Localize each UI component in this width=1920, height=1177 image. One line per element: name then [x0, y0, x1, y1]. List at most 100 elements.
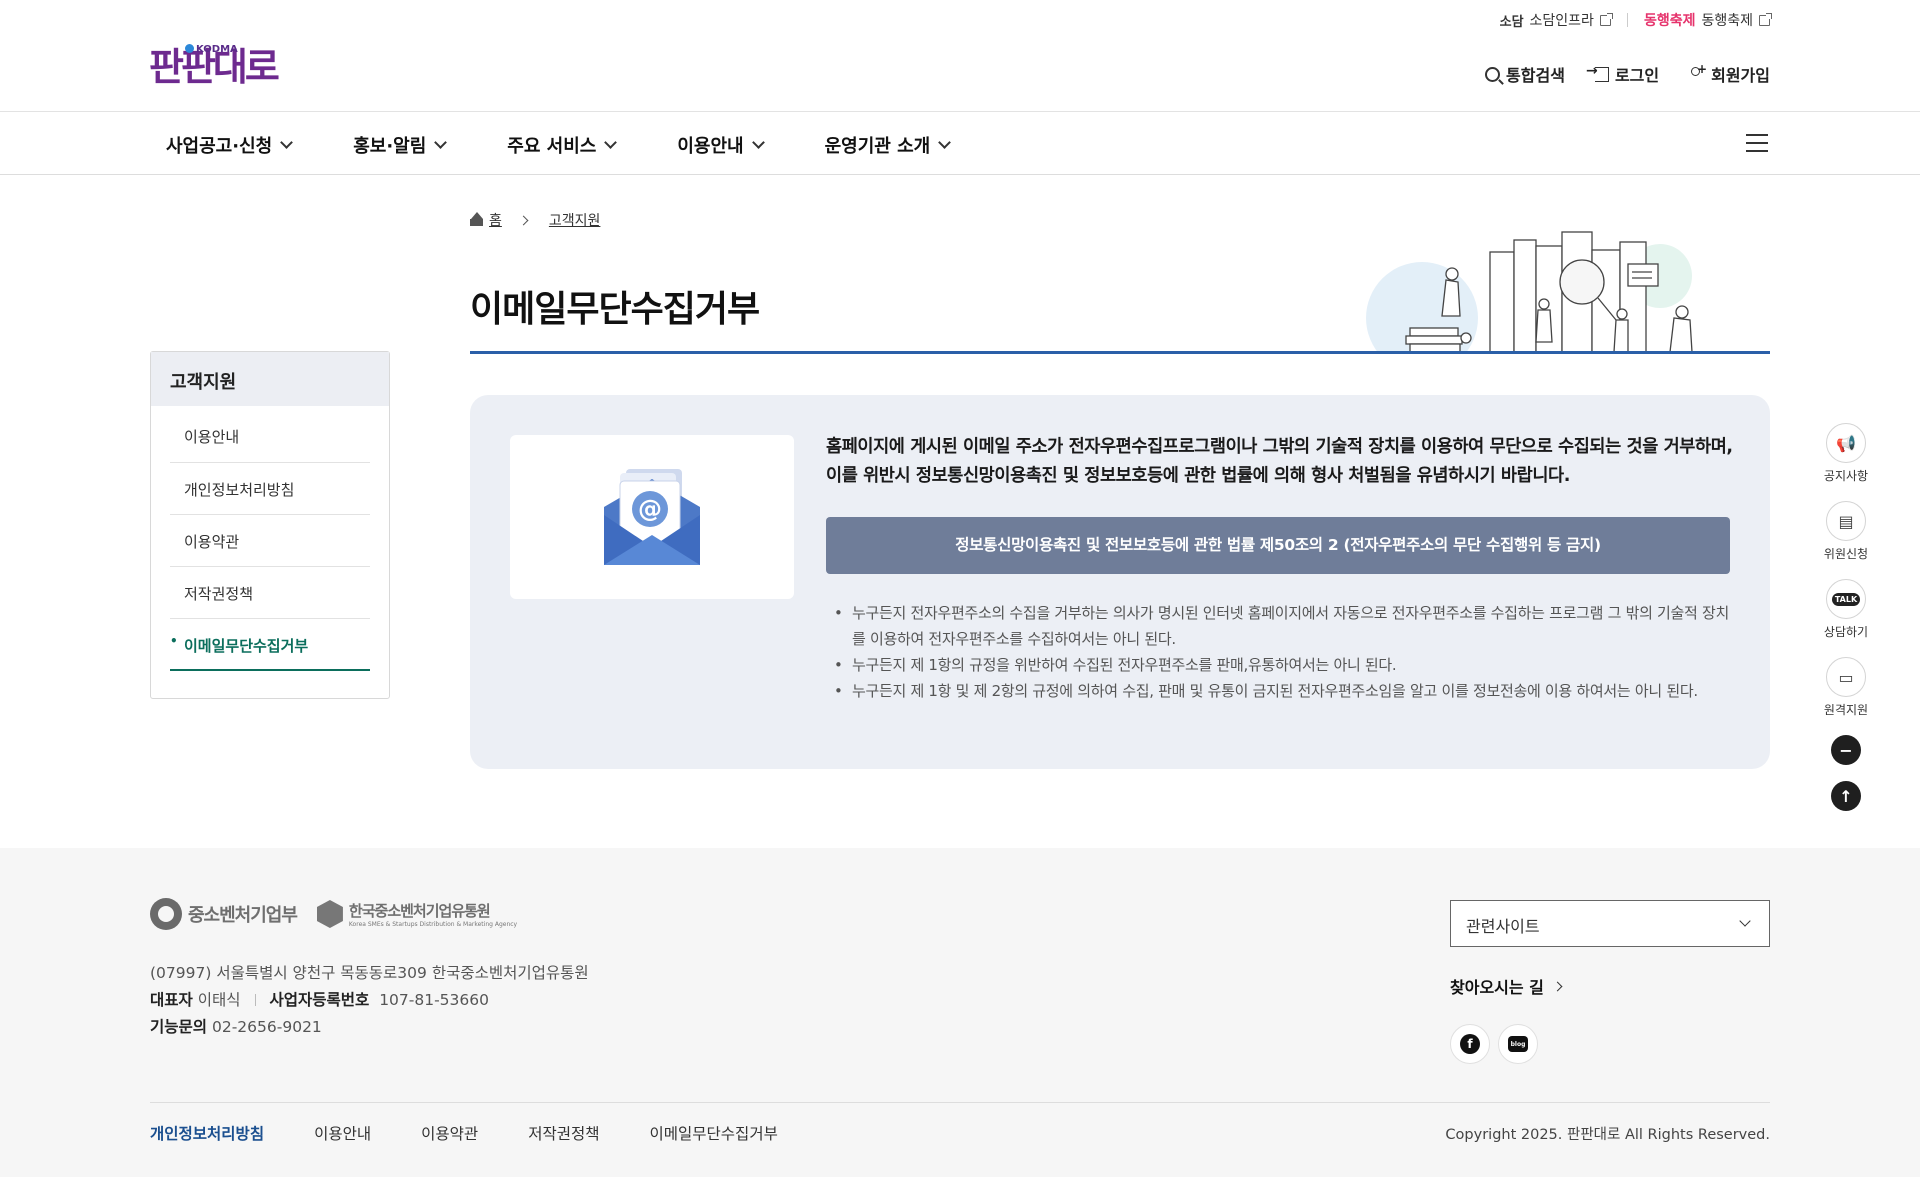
chevron-right-icon	[1552, 981, 1563, 991]
footer-tel-row: 기능문의 02-2656-9021	[150, 1014, 589, 1041]
blog-link[interactable]: blog	[1498, 1024, 1538, 1064]
arrow-up-icon: ↑	[1839, 786, 1853, 806]
footer-link-guide[interactable]: 이용안내	[314, 1122, 371, 1144]
side-nav-item-terms[interactable]: 이용약관	[170, 515, 370, 567]
dongheng-link[interactable]: 동행축제 동행축제	[1643, 10, 1772, 30]
login-icon	[1586, 63, 1609, 82]
quick-chat[interactable]: TALK 상담하기	[1823, 579, 1869, 640]
footer-divider	[150, 1102, 1770, 1103]
dongheng-label: 동행축제	[1701, 13, 1753, 29]
side-nav-item-guide[interactable]: 이용안내	[170, 406, 370, 463]
side-nav-item-email-refusal[interactable]: 이메일무단수집거부	[170, 619, 370, 671]
nav-label: 홍보·알림	[353, 136, 427, 157]
blog-icon: blog	[1508, 1036, 1528, 1052]
law-clause: 누구든지 제 1항 및 제 2항의 규정에 의하여 수집, 판매 및 유통이 금…	[826, 678, 1736, 704]
facebook-icon: f	[1460, 1034, 1480, 1054]
mail-illustration-card: @	[510, 435, 794, 599]
chevron-down-icon	[751, 136, 765, 149]
quick-remote[interactable]: ▭ 원격지원	[1823, 657, 1869, 718]
email-envelope-icon: @	[604, 469, 700, 565]
laptop-icon: ▭	[1826, 657, 1866, 697]
side-nav-title: 고객지원	[151, 352, 389, 406]
search-button[interactable]: 통합검색	[1485, 62, 1565, 86]
kodma-logo: 한국중소벤처기업유통원 Korea SMEs & Startups Distri…	[316, 900, 518, 928]
nav-item-guide[interactable]: 이용안내	[677, 132, 765, 158]
join-button[interactable]: 회원가입	[1689, 62, 1770, 86]
chevron-down-icon	[604, 136, 618, 149]
footer-link-terms[interactable]: 이용약관	[421, 1122, 478, 1144]
tel-label: 기능문의	[150, 1018, 208, 1036]
sodam-link[interactable]: 소담 소담인프라	[1500, 10, 1613, 30]
header-actions: 통합검색 로그인 회원가입	[1485, 62, 1770, 86]
kodma-logo-subtext: Korea SMEs & Startups Distribution & Mar…	[348, 921, 518, 928]
clipboard-icon: ▤	[1826, 501, 1866, 541]
dongheng-logo: 동행축제	[1643, 13, 1696, 29]
scroll-top-button[interactable]: ↑	[1831, 781, 1861, 811]
ceo-label: 대표자	[150, 991, 193, 1009]
breadcrumb: 홈 고객지원	[470, 210, 600, 230]
nav-item-apply[interactable]: 사업공고·신청	[166, 132, 294, 158]
login-button[interactable]: 로그인	[1586, 62, 1659, 86]
sodam-label: 소담인프라	[1529, 13, 1594, 29]
related-sites-select[interactable]: 관련사이트	[1450, 900, 1770, 947]
directions-link[interactable]: 찾아오시는 길	[1450, 974, 1563, 998]
nav-label: 주요 서비스	[507, 136, 597, 157]
footer-link-copyright[interactable]: 저작권정책	[528, 1122, 599, 1144]
breadcrumb-home-label: 홈	[489, 213, 502, 229]
mss-logo: 중소벤처기업부	[150, 898, 298, 930]
external-link-icon	[1599, 12, 1613, 26]
footer: 중소벤처기업부 한국중소벤처기업유통원 Korea SMEs & Startup…	[0, 848, 1920, 1177]
quick-apply-label: 위원신청	[1823, 547, 1869, 561]
menu-icon[interactable]	[1746, 134, 1768, 152]
chat-bubble-icon: TALK	[1826, 579, 1866, 619]
law-clause: 누구든지 제 1항의 규정을 위반하여 수집된 전자우편주소를 판매,유통하여서…	[826, 652, 1736, 678]
nav-item-about[interactable]: 운영기관 소개	[824, 132, 952, 158]
nav-item-news[interactable]: 홍보·알림	[353, 132, 448, 158]
talk-text: TALK	[1831, 592, 1861, 606]
kodma-dot-icon	[185, 44, 194, 53]
main-nav: 사업공고·신청 홍보·알림 주요 서비스 이용안내 운영기관 소개	[0, 112, 1920, 175]
kodma-logo-text: 한국중소벤처기업유통원	[348, 902, 491, 920]
nav-label: 운영기관 소개	[824, 136, 931, 157]
bizno-label: 사업자등록번호	[269, 991, 370, 1009]
ceo-value: 이태식	[197, 991, 241, 1009]
title-underline	[470, 351, 1770, 354]
law-clause: 누구든지 전자우편주소의 수집을 거부하는 의사가 명시된 인터넷 홈페이지에서…	[826, 600, 1736, 652]
quick-notice[interactable]: 📢 공지사항	[1823, 423, 1869, 484]
side-nav: 고객지원 이용안내 개인정보처리방침 이용약관 저작권정책 이메일무단수집거부	[150, 351, 390, 699]
search-label: 통합검색	[1506, 66, 1565, 85]
law-clauses: 누구든지 전자우편주소의 수집을 거부하는 의사가 명시된 인터넷 홈페이지에서…	[826, 600, 1736, 704]
footer-link-privacy[interactable]: 개인정보처리방침	[150, 1122, 264, 1144]
external-link-icon	[1759, 12, 1772, 26]
chevron-right-icon	[518, 215, 529, 225]
bizno-value: 107-81-53660	[379, 991, 489, 1009]
join-label: 회원가입	[1711, 66, 1770, 85]
footer-ceo-row: 대표자 이태식 사업자등록번호 107-81-53660	[150, 987, 589, 1014]
copyright: Copyright 2025. 판판대로 All Rights Reserved…	[1445, 1127, 1770, 1143]
chevron-down-icon	[1739, 915, 1751, 927]
sns-links: f blog	[1450, 1024, 1538, 1064]
facebook-link[interactable]: f	[1450, 1024, 1490, 1064]
quick-apply[interactable]: ▤ 위원신청	[1823, 501, 1869, 562]
side-nav-item-privacy[interactable]: 개인정보처리방침	[170, 463, 370, 515]
page-title: 이메일무단수집거부	[470, 289, 760, 330]
footer-logos: 중소벤처기업부 한국중소벤처기업유통원 Korea SMEs & Startup…	[150, 898, 517, 930]
side-nav-item-copyright[interactable]: 저작권정책	[170, 567, 370, 619]
government-emblem-icon	[150, 898, 182, 930]
breadcrumb-current[interactable]: 고객지원	[549, 210, 601, 230]
directions-label: 찾아오시는 길	[1450, 978, 1544, 997]
chevron-down-icon	[938, 136, 952, 149]
email-refusal-panel: @ 홈페이지에 게시된 이메일 주소가 전자우편수집프로그램이나 그밖의 기술적…	[470, 395, 1770, 769]
related-sites-label: 관련사이트	[1466, 917, 1540, 936]
zoom-out-button[interactable]: −	[1831, 735, 1861, 765]
refusal-description: 홈페이지에 게시된 이메일 주소가 전자우편수집프로그램이나 그밖의 기술적 장…	[826, 437, 1733, 486]
kodma-mark: KODMA	[185, 44, 238, 55]
site-logo[interactable]: KODMA 판판대로	[149, 44, 280, 86]
quick-remote-label: 원격지원	[1823, 703, 1869, 717]
breadcrumb-home[interactable]: 홈	[470, 210, 502, 230]
nav-item-services[interactable]: 주요 서비스	[507, 132, 618, 158]
footer-link-email-refusal[interactable]: 이메일무단수집거부	[650, 1122, 778, 1144]
kodma-text: KODMA	[196, 44, 238, 55]
home-icon	[470, 212, 483, 226]
svg-text:@: @	[638, 495, 662, 523]
